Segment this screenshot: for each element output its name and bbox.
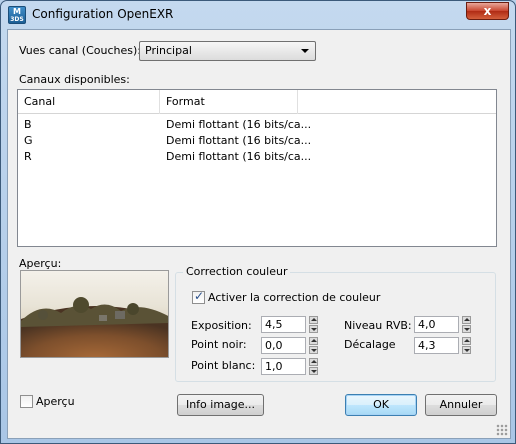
- channel-view-dropdown[interactable]: Principal: [139, 41, 316, 61]
- ok-button[interactable]: OK: [345, 394, 417, 416]
- white-point-spinner[interactable]: [309, 358, 318, 375]
- white-point-label: Point blanc:: [191, 359, 256, 372]
- exposure-label: Exposition:: [191, 319, 252, 332]
- rgb-level-spinner[interactable]: [462, 316, 471, 333]
- row-format: Demi flottant (16 bits/ca...: [166, 118, 312, 131]
- offset-spinner[interactable]: [462, 337, 471, 354]
- list-row[interactable]: B Demi flottant (16 bits/ca...: [18, 117, 496, 133]
- available-channels-label: Canaux disponibles:: [19, 73, 130, 86]
- color-correction-title: Correction couleur: [183, 265, 291, 278]
- row-canal: B: [24, 118, 32, 131]
- black-point-input[interactable]: 0,0: [261, 337, 306, 354]
- offset-input[interactable]: 4,3: [414, 337, 459, 354]
- column-header-format[interactable]: Format: [160, 90, 298, 114]
- cancel-button[interactable]: Annuler: [425, 394, 497, 416]
- white-point-input[interactable]: 1,0: [261, 358, 306, 375]
- rgb-level-input[interactable]: 4,0: [414, 316, 459, 333]
- row-format: Demi flottant (16 bits/ca...: [166, 150, 312, 163]
- list-row[interactable]: R Demi flottant (16 bits/ca...: [18, 149, 496, 165]
- preview-label: Aperçu:: [19, 257, 62, 270]
- title-bar[interactable]: M 3DS Configuration OpenEXR x: [1, 1, 515, 29]
- channel-view-label: Vues canal (Couches):: [19, 44, 141, 57]
- enable-correction-label: Activer la correction de couleur: [208, 291, 381, 304]
- exposure-input[interactable]: 4,5: [261, 316, 306, 333]
- close-icon[interactable]: x: [466, 2, 509, 20]
- preview-checkbox[interactable]: [20, 395, 33, 408]
- column-header-canal[interactable]: Canal: [18, 90, 160, 114]
- preview-checkbox-label: Aperçu: [36, 395, 75, 408]
- black-point-spinner[interactable]: [309, 337, 318, 354]
- max-app-icon: M 3DS: [8, 6, 26, 24]
- row-format: Demi flottant (16 bits/ca...: [166, 134, 312, 147]
- black-point-label: Point noir:: [191, 338, 247, 351]
- resize-grip-icon[interactable]: [496, 424, 508, 436]
- row-canal: R: [24, 150, 32, 163]
- exposure-spinner[interactable]: [309, 316, 318, 333]
- list-header: Canal Format: [18, 90, 496, 114]
- dialog-body: Vues canal (Couches): Principal Canaux d…: [7, 29, 511, 439]
- list-row[interactable]: G Demi flottant (16 bits/ca...: [18, 133, 496, 149]
- preview-image: [20, 270, 169, 358]
- chevron-down-icon: [301, 49, 309, 53]
- hdr-preview-picture: [21, 271, 168, 357]
- dialog-window: M 3DS Configuration OpenEXR x Vues canal…: [0, 0, 516, 444]
- channel-view-value: Principal: [145, 44, 192, 57]
- window-title: Configuration OpenEXR: [32, 7, 174, 21]
- info-image-button[interactable]: Info image...: [177, 394, 264, 416]
- rgb-level-label: Niveau RVB:: [344, 319, 412, 332]
- channels-list[interactable]: Canal Format B Demi flottant (16 bits/ca…: [17, 89, 497, 247]
- enable-correction-checkbox[interactable]: ✓: [192, 289, 205, 304]
- check-icon: ✓: [194, 289, 205, 303]
- offset-label: Décalage: [344, 338, 396, 351]
- row-canal: G: [24, 134, 33, 147]
